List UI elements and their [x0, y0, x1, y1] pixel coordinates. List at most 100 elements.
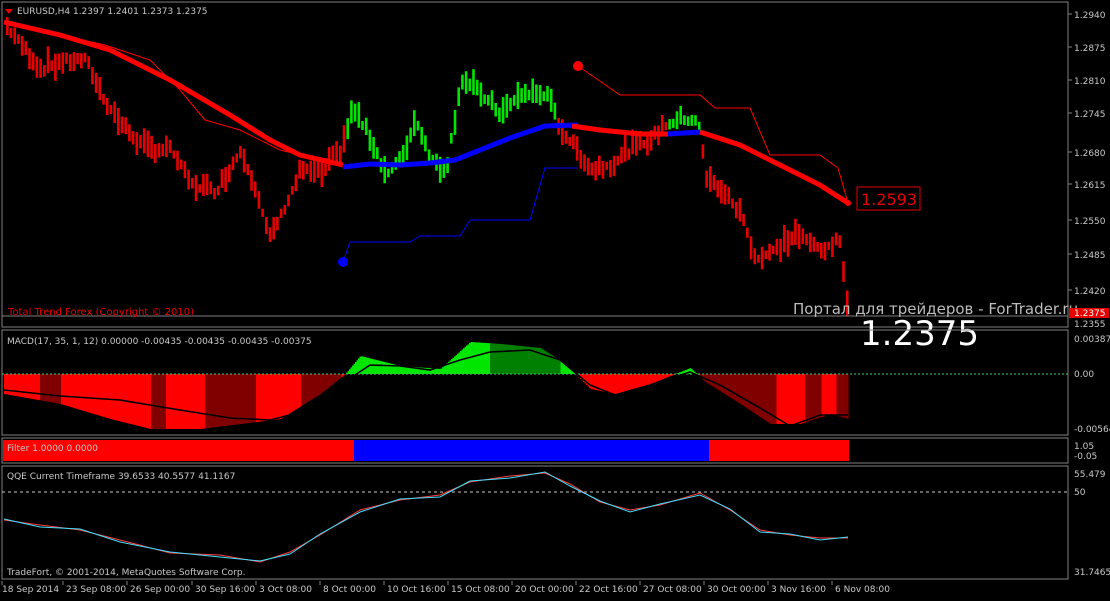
- price-bar: [21, 36, 24, 56]
- macd-histogram-bar: [399, 366, 401, 374]
- macd-histogram-bar: [208, 374, 210, 428]
- price-bar: [47, 46, 50, 73]
- macd-histogram-bar: [199, 374, 201, 429]
- price-bar: [110, 105, 113, 114]
- macd-histogram-bar: [286, 374, 288, 415]
- macd-histogram-bar: [28, 374, 30, 398]
- macd-histogram-bar: [402, 366, 404, 374]
- macd-histogram-bar: [169, 374, 171, 429]
- macd-histogram-bar: [321, 374, 323, 394]
- macd-histogram-bar: [24, 374, 26, 398]
- price-bar: [465, 71, 468, 94]
- macd-histogram-bar: [130, 374, 132, 424]
- price-bar: [280, 209, 283, 219]
- macd-histogram-bar: [486, 343, 488, 374]
- macd-histogram-bar: [660, 374, 662, 380]
- macd-histogram-bar: [336, 374, 338, 382]
- macd-histogram-bar: [306, 374, 308, 403]
- macd-histogram-bar: [540, 348, 542, 374]
- macd-histogram-bar: [780, 374, 782, 424]
- macd-histogram-bar: [10, 374, 12, 395]
- time-axis-label: 30 Sep 16:00: [195, 585, 255, 595]
- macd-histogram-bar: [816, 374, 818, 419]
- macd-histogram-bar: [150, 374, 152, 429]
- macd-histogram-bar: [132, 374, 134, 424]
- filter-axis-label: 1.05: [1074, 442, 1094, 452]
- macd-histogram-bar: [769, 374, 771, 423]
- macd-histogram-bar: [627, 374, 629, 391]
- macd-histogram-bar: [370, 359, 372, 375]
- macd-histogram-bar: [54, 374, 56, 403]
- chart-window[interactable]: EURUSD,H4 1.2397 1.2401 1.2373 1.2375 To…: [0, 0, 1110, 597]
- price-bar: [361, 121, 364, 130]
- price-bar: [228, 164, 231, 182]
- macd-histogram-bar: [504, 344, 506, 374]
- ma-price-text: 1.2593: [861, 190, 917, 209]
- macd-histogram-bar: [120, 374, 122, 421]
- price-bar: [483, 94, 486, 104]
- macd-histogram-bar: [91, 374, 93, 413]
- macd-histogram-bar: [652, 374, 654, 383]
- macd-histogram-bar: [379, 361, 381, 374]
- macd-histogram-bar: [55, 374, 57, 403]
- macd-histogram-bar: [171, 374, 173, 429]
- price-bar: [358, 102, 361, 128]
- macd-axis-label: 0.00: [1074, 370, 1094, 380]
- price-bar: [221, 169, 224, 188]
- macd-histogram-bar: [313, 374, 315, 398]
- price-bar: [750, 236, 753, 259]
- macd-histogram-bar: [304, 374, 306, 404]
- price-bar: [831, 237, 834, 258]
- macd-histogram-bar: [846, 374, 848, 418]
- macd-histogram-bar: [829, 374, 831, 414]
- price-bar: [824, 242, 827, 260]
- macd-histogram-bar: [478, 343, 480, 375]
- macd-histogram-bar: [490, 343, 492, 374]
- macd-histogram-bar: [837, 374, 839, 416]
- macd-histogram-bar: [154, 374, 156, 429]
- macd-histogram-bar: [144, 374, 146, 427]
- macd-histogram-bar: [97, 374, 99, 415]
- macd-histogram-bar: [801, 374, 803, 424]
- macd-histogram-bar: [484, 343, 486, 374]
- macd-histogram-bar: [469, 343, 471, 374]
- macd-histogram-bar: [744, 374, 746, 406]
- price-bar: [258, 191, 261, 209]
- price-bar: [80, 53, 83, 68]
- macd-histogram-bar: [240, 374, 242, 424]
- price-bar: [247, 164, 250, 175]
- price-bar: [646, 135, 649, 155]
- macd-histogram-bar: [186, 374, 188, 429]
- price-bar: [195, 175, 198, 201]
- price-bar: [609, 160, 612, 177]
- price-bar: [117, 108, 120, 135]
- macd-histogram-bar: [628, 374, 630, 390]
- price-bar: [243, 149, 246, 173]
- macd-histogram-bar: [748, 374, 750, 409]
- time-axis-label: 18 Sep 2014: [2, 585, 59, 595]
- price-axis-label: 1.2420: [1074, 287, 1106, 297]
- price-bar: [187, 170, 190, 190]
- price-bar: [624, 135, 627, 162]
- macd-histogram-bar: [42, 374, 44, 401]
- macd-histogram-bar: [213, 374, 215, 427]
- macd-histogram-bar: [328, 374, 330, 388]
- price-bar: [302, 161, 305, 180]
- macd-histogram-bar: [643, 374, 645, 386]
- macd-histogram-bar: [322, 374, 324, 392]
- price-bar: [461, 75, 464, 90]
- price-bar: [202, 174, 205, 196]
- macd-histogram-bar: [25, 374, 27, 398]
- macd-histogram-bar: [69, 374, 71, 407]
- macd-histogram-bar: [7, 374, 9, 395]
- macd-histogram-bar: [834, 374, 836, 415]
- macd-histogram-bar: [49, 374, 51, 402]
- price-bar: [99, 77, 102, 100]
- macd-histogram-bar: [444, 366, 446, 374]
- price-bar: [387, 169, 390, 178]
- price-bar: [58, 54, 61, 70]
- price-bar: [809, 233, 812, 253]
- macd-histogram-bar: [273, 374, 275, 420]
- macd-histogram-bar: [750, 374, 752, 410]
- price-bar: [158, 143, 161, 158]
